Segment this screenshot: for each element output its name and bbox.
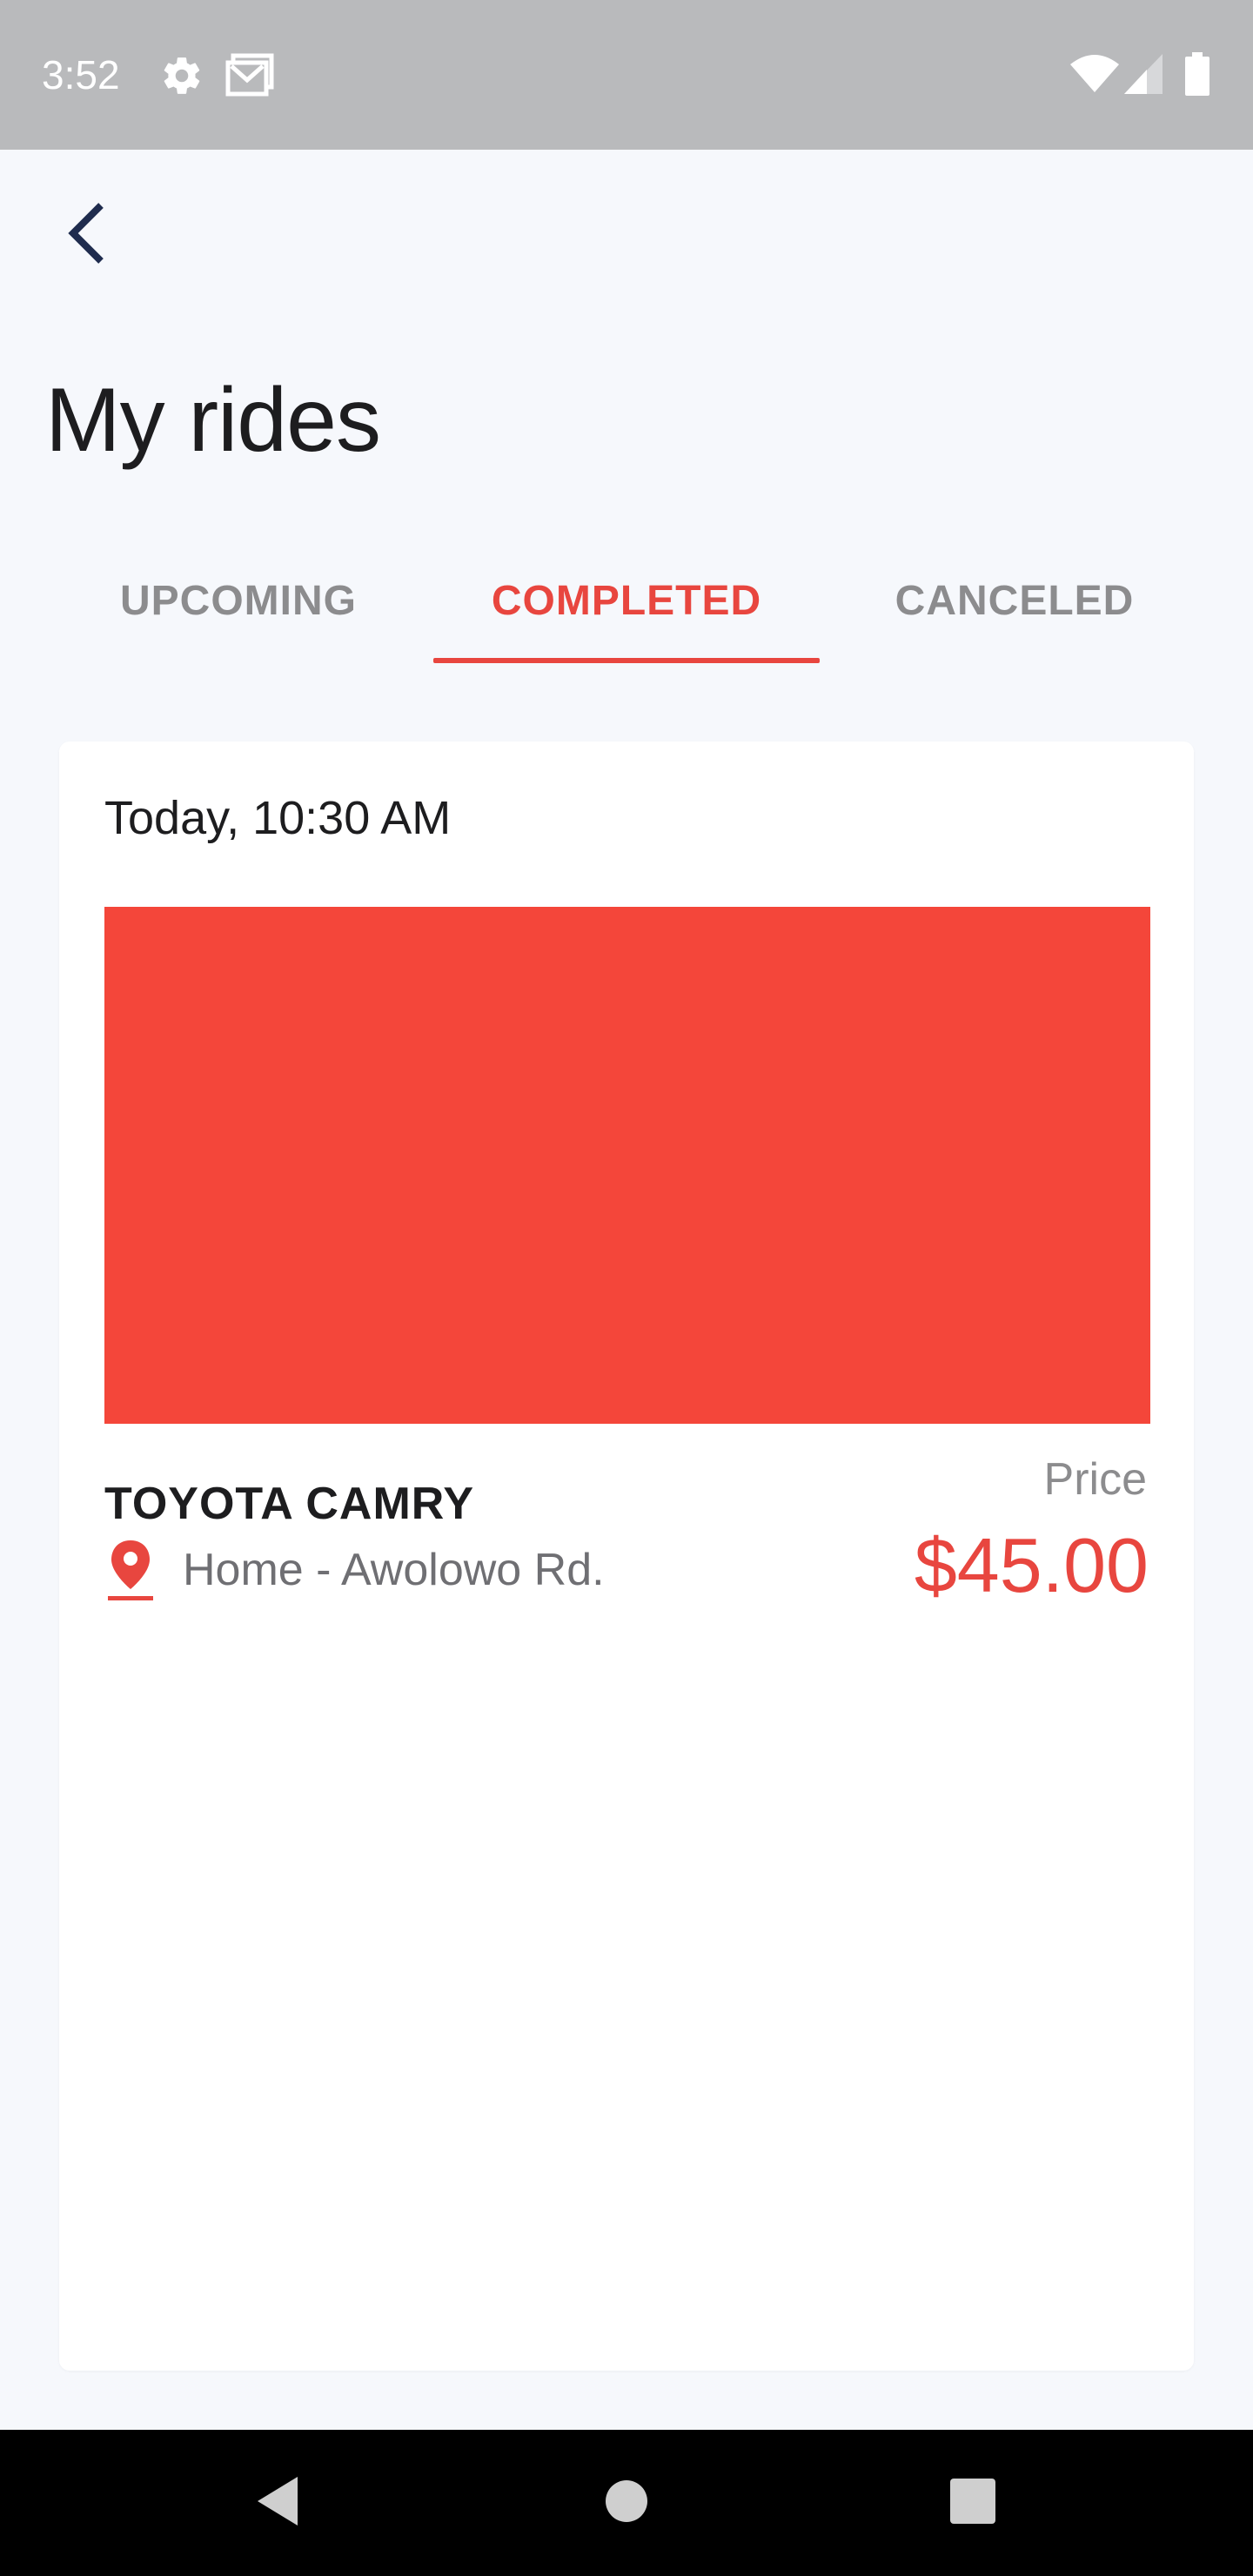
system-nav-bar (0, 2430, 1253, 2576)
recents-square-icon (948, 2477, 997, 2530)
back-button[interactable] (44, 183, 131, 287)
ride-tabs: UPCOMING COMPLETED CANCELED (45, 540, 1208, 670)
wifi-icon (1070, 54, 1119, 94)
nav-back-button[interactable] (233, 2459, 320, 2546)
gear-icon (160, 54, 204, 97)
ride-map-image (104, 907, 1150, 1424)
tab-completed[interactable]: COMPLETED (433, 540, 820, 661)
route-row: Home - Awolowo Rd. (104, 1535, 605, 1605)
tab-canceled[interactable]: CANCELED (821, 540, 1208, 661)
nav-recents-button[interactable] (929, 2459, 1016, 2546)
signal-icon (1124, 54, 1163, 94)
route-text: Home - Awolowo Rd. (183, 1545, 605, 1595)
chevron-left-icon (63, 198, 111, 272)
back-triangle-icon (252, 2473, 301, 2533)
page-title: My rides (45, 370, 381, 471)
home-circle-icon (602, 2477, 651, 2530)
tab-upcoming[interactable]: UPCOMING (45, 540, 432, 661)
price-label: Price (1043, 1454, 1147, 1505)
location-pin-icon (104, 1535, 157, 1605)
price-value: $45.00 (914, 1522, 1149, 1608)
ride-card[interactable]: Today, 10:30 AM TOYOTA CAMRY Home - Awol… (59, 741, 1194, 2371)
status-time: 3:52 (42, 52, 120, 97)
battery-icon (1185, 52, 1209, 96)
car-name: TOYOTA CAMRY (104, 1479, 475, 1529)
active-tab-indicator (433, 658, 820, 663)
ride-date: Today, 10:30 AM (104, 792, 452, 844)
status-bar: 3:52 (0, 0, 1253, 150)
gmail-icon (224, 52, 275, 99)
nav-home-button[interactable] (583, 2459, 670, 2546)
